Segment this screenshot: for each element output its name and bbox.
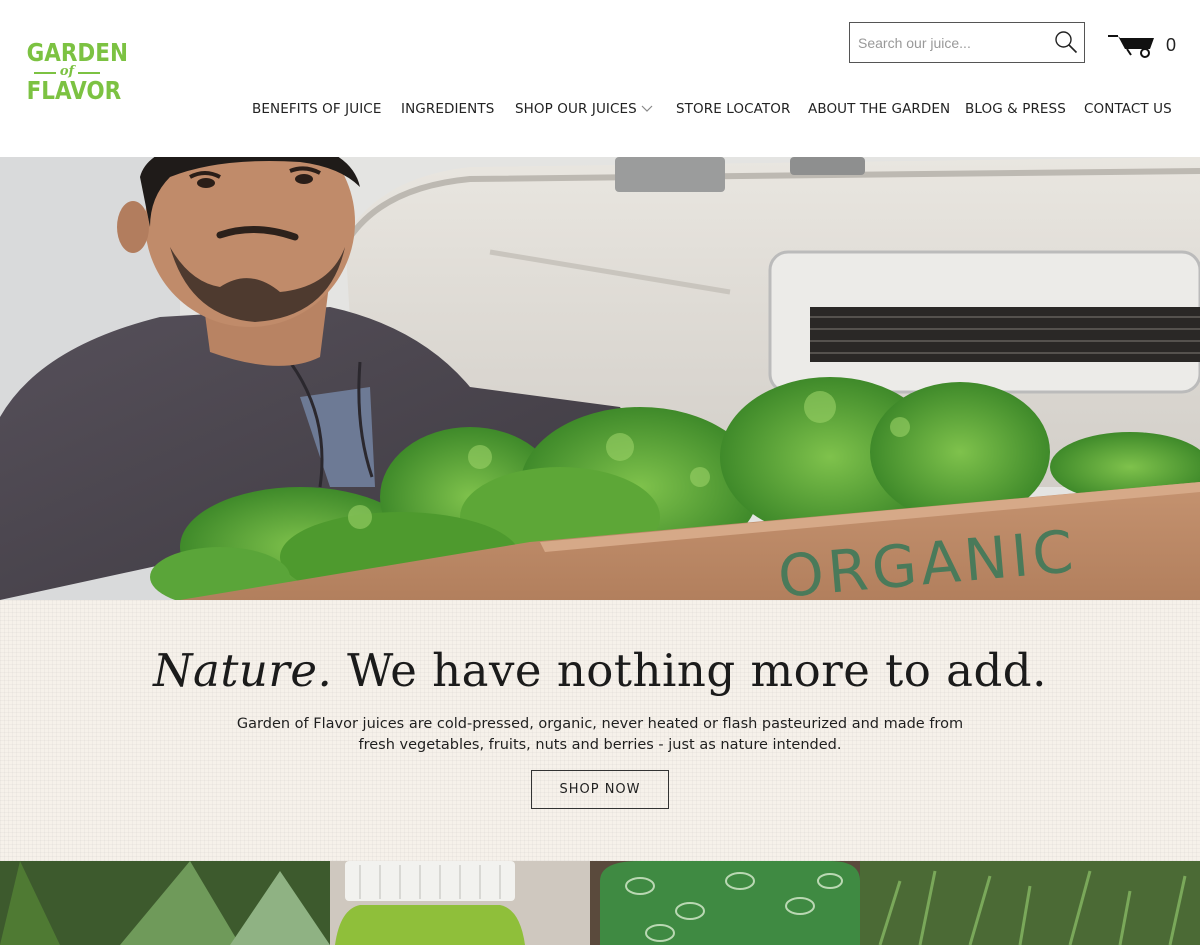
- headline-italic: Nature.: [153, 644, 333, 697]
- nav-shop-our-juices-label: SHOP OUR JUICES: [515, 101, 637, 117]
- garden-of-flavor-logo[interactable]: GARDEN of FLAVOR: [20, 38, 128, 112]
- product-strip-illustration: [0, 861, 1200, 945]
- chevron-down-icon: [641, 105, 653, 112]
- nav-about-the-garden[interactable]: ABOUT THE GARDEN: [808, 101, 950, 117]
- banner-description: Garden of Flavor juices are cold-pressed…: [230, 714, 970, 756]
- nav-blog-and-press[interactable]: BLOG & PRESS: [965, 101, 1066, 117]
- nav-shop-our-juices[interactable]: SHOP OUR JUICES: [515, 101, 653, 117]
- banner-description-line-1: Garden of Flavor juices are cold-pressed…: [236, 716, 964, 732]
- logo-line-1: GARDEN: [26, 38, 128, 67]
- shop-now-button[interactable]: SHOP NOW: [531, 770, 669, 809]
- banner-headline: Nature. We have nothing more to add.: [0, 644, 1200, 697]
- search-input[interactable]: [858, 32, 1048, 54]
- nav-store-locator[interactable]: STORE LOCATOR: [676, 101, 790, 117]
- cart-count[interactable]: 0: [1166, 35, 1176, 56]
- search-box: [849, 22, 1085, 63]
- wheelbarrow-cart-icon[interactable]: [1106, 30, 1158, 60]
- nav-contact-us[interactable]: CONTACT US: [1084, 101, 1172, 117]
- hero-image: ORGANIC: [0, 157, 1200, 600]
- headline-rest: We have nothing more to add.: [332, 644, 1047, 697]
- nav-ingredients[interactable]: INGREDIENTS: [401, 101, 494, 117]
- intro-banner: Nature. We have nothing more to add. Gar…: [0, 600, 1200, 861]
- banner-description-line-2: fresh vegetables, fruits, nuts and berri…: [358, 737, 842, 753]
- search-icon[interactable]: [1054, 30, 1078, 54]
- hero-illustration: ORGANIC: [0, 157, 1200, 600]
- site-header: GARDEN of FLAVOR 0 BENEFITS OF JUICE ING…: [0, 0, 1200, 157]
- nav-benefits-of-juice[interactable]: BENEFITS OF JUICE: [252, 101, 381, 117]
- logo-line-3: FLAVOR: [26, 76, 122, 105]
- product-strip-image: [0, 861, 1200, 945]
